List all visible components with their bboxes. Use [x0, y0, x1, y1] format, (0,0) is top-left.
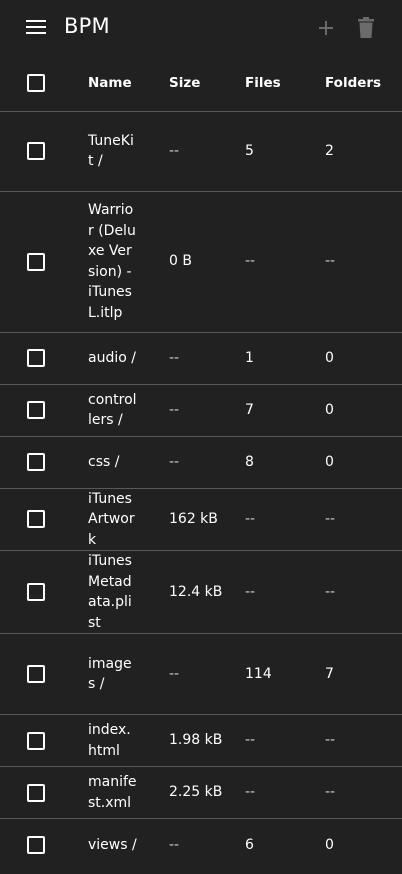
row-size: 12.4 kB — [153, 550, 229, 634]
table-row[interactable]: iTunesArtwork 162 kB -- -- — [0, 488, 402, 551]
table-row[interactable]: controllers / -- 7 0 — [0, 384, 402, 437]
column-header-name[interactable]: Name — [72, 56, 153, 112]
table-row[interactable]: Warrior (Deluxe Version) - iTunesL.itlp … — [0, 191, 402, 333]
row-checkbox[interactable] — [27, 252, 45, 271]
row-checkbox[interactable] — [27, 142, 45, 160]
row-checkbox-cell — [0, 488, 72, 551]
file-table: Name Size Files Folders TuneKit / -- 5 2… — [0, 56, 402, 871]
row-folders: 2 — [309, 111, 402, 192]
row-folders: -- — [309, 488, 402, 551]
row-checkbox-cell — [0, 436, 72, 489]
row-checkbox[interactable] — [27, 349, 45, 367]
row-checkbox[interactable] — [27, 510, 45, 529]
row-checkbox-cell — [0, 332, 72, 385]
row-files: 8 — [229, 436, 309, 489]
row-size: 2.25 kB — [153, 766, 229, 819]
row-size: -- — [153, 332, 229, 385]
row-size: 162 kB — [153, 488, 229, 551]
row-checkbox[interactable] — [27, 583, 45, 601]
menu-icon[interactable] — [26, 20, 46, 34]
row-size: -- — [153, 436, 229, 489]
select-all-checkbox[interactable] — [27, 74, 45, 93]
row-folders: -- — [309, 714, 402, 767]
row-name[interactable]: TuneKit / — [72, 111, 153, 192]
row-folders: -- — [309, 550, 402, 634]
table-row[interactable]: images / -- 114 7 — [0, 633, 402, 715]
row-name[interactable]: iTunesArtwork — [72, 488, 153, 551]
row-size: -- — [169, 836, 180, 853]
row-checkbox-cell — [0, 191, 72, 333]
row-folders: 7 — [309, 633, 402, 715]
add-icon[interactable] — [316, 18, 336, 38]
row-checkbox-cell — [0, 550, 72, 634]
row-files: 114 — [229, 633, 309, 715]
row-checkbox[interactable] — [27, 453, 45, 471]
row-checkbox[interactable] — [27, 401, 45, 419]
column-header-files[interactable]: Files — [229, 56, 309, 112]
table-row[interactable]: index.html 1.98 kB -- -- — [0, 714, 402, 767]
row-folders: 0 — [309, 384, 402, 437]
table-row[interactable]: TuneKit / -- 5 2 — [0, 111, 402, 192]
row-files: -- — [229, 191, 309, 333]
table-header-row: Name Size Files Folders — [0, 56, 402, 112]
column-header-folders[interactable]: Folders — [309, 56, 402, 112]
row-checkbox-cell — [0, 633, 72, 715]
row-files: 6 — [245, 836, 254, 853]
row-size: -- — [153, 111, 229, 192]
row-checkbox[interactable] — [27, 783, 45, 802]
app-bar: BPM — [0, 0, 402, 56]
table-row[interactable]: iTunesMetadata.plist 12.4 kB -- -- — [0, 550, 402, 634]
row-files: 5 — [229, 111, 309, 192]
row-size: -- — [153, 633, 229, 715]
row-folders: -- — [309, 191, 402, 333]
row-checkbox-cell — [0, 819, 72, 871]
row-files: -- — [229, 488, 309, 551]
row-files: 1 — [229, 332, 309, 385]
row-checkbox-cell — [0, 111, 72, 192]
row-checkbox[interactable] — [27, 731, 45, 750]
table-row[interactable]: manifest.xml 2.25 kB -- -- — [0, 766, 402, 819]
row-folders: 0 — [325, 836, 334, 853]
page-title: BPM — [64, 14, 110, 38]
row-checkbox[interactable] — [27, 835, 45, 854]
row-folders: 0 — [309, 436, 402, 489]
row-name[interactable]: iTunesMetadata.plist — [72, 550, 153, 634]
row-name[interactable]: Warrior (Deluxe Version) - iTunesL.itlp — [72, 191, 153, 333]
row-name[interactable]: audio / — [72, 332, 153, 385]
row-size: -- — [153, 384, 229, 437]
row-folders: 0 — [309, 332, 402, 385]
row-name[interactable]: images / — [72, 633, 153, 715]
row-name[interactable]: views / — [72, 819, 153, 871]
table-row[interactable]: views / -- 6 0 — [0, 819, 402, 871]
row-checkbox-cell — [0, 766, 72, 819]
row-folders: -- — [309, 766, 402, 819]
row-checkbox-cell — [0, 384, 72, 437]
select-all-cell — [0, 56, 72, 112]
row-name[interactable]: manifest.xml — [72, 766, 153, 819]
row-name[interactable]: index.html — [72, 714, 153, 767]
row-checkbox-cell — [0, 714, 72, 767]
row-name[interactable]: controllers / — [72, 384, 153, 437]
row-name[interactable]: css / — [72, 436, 153, 489]
row-size: 0 B — [153, 191, 229, 333]
row-size: 1.98 kB — [153, 714, 229, 767]
table-row[interactable]: audio / -- 1 0 — [0, 332, 402, 385]
row-files: -- — [229, 550, 309, 634]
delete-icon[interactable] — [356, 17, 376, 39]
row-files: -- — [229, 714, 309, 767]
column-header-size[interactable]: Size — [153, 56, 229, 112]
table-row[interactable]: css / -- 8 0 — [0, 436, 402, 489]
row-checkbox[interactable] — [27, 665, 45, 683]
row-files: 7 — [229, 384, 309, 437]
row-files: -- — [229, 766, 309, 819]
